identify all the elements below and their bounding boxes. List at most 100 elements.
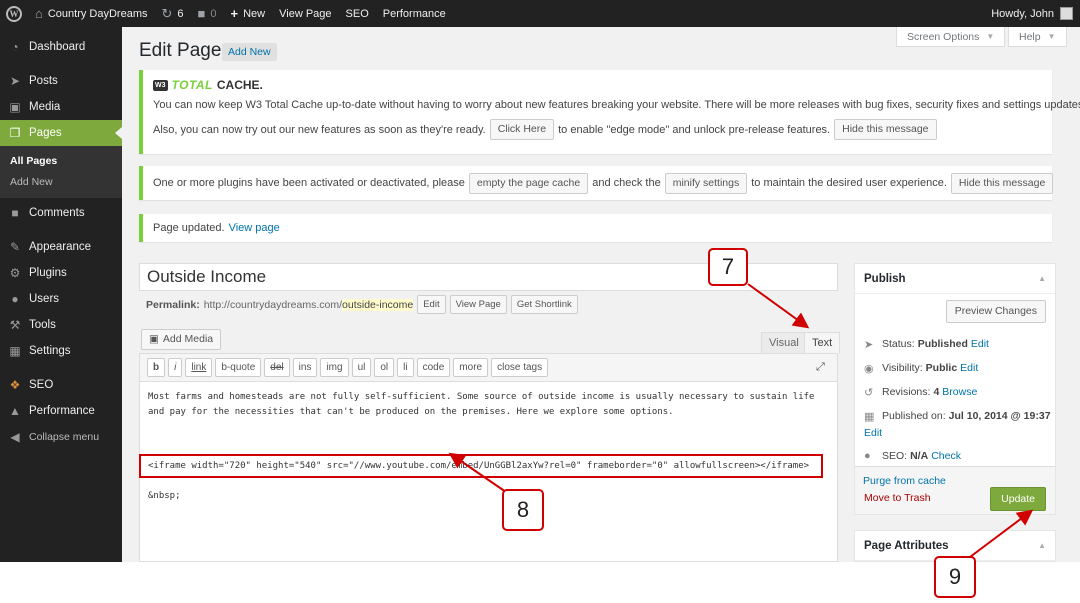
get-shortlink-button[interactable]: Get Shortlink — [510, 295, 578, 314]
fullscreen-icon[interactable]: ⤢ — [816, 361, 828, 373]
view-page-button[interactable]: View Page — [449, 295, 507, 314]
pin-icon: ➤ — [9, 74, 21, 88]
sidebar-item-settings[interactable]: ▦ Settings — [0, 338, 122, 364]
hide-message-button-2[interactable]: Hide this message — [950, 172, 1054, 194]
sidebar-item-media[interactable]: ▣ Media — [0, 94, 122, 120]
sidebar-item-pages[interactable]: ❐ Pages — [0, 120, 122, 146]
sidebar-item-performance[interactable]: ▲ Performance — [0, 398, 122, 424]
edit-status-link[interactable]: Edit — [971, 338, 989, 350]
edit-permalink-button[interactable]: Edit — [417, 295, 446, 314]
w3-notice-line-1: You can now keep W3 Total Cache up-to-da… — [153, 99, 1080, 111]
seo-menu[interactable]: SEO — [339, 0, 376, 27]
caret-down-icon: ▼ — [986, 32, 995, 41]
performance-icon: ▲ — [9, 404, 21, 418]
minify-settings-button[interactable]: minify settings — [664, 172, 748, 194]
publish-heading[interactable]: Publish ▲ — [855, 264, 1055, 294]
plugin-icon: ⚙ — [9, 266, 21, 280]
updates-link[interactable]: ↻ 6 — [155, 0, 191, 27]
sidebar-item-dashboard[interactable]: ◔ Dashboard — [0, 34, 122, 60]
check-seo-link[interactable]: Check — [931, 450, 961, 462]
refresh-icon: ↻ — [161, 5, 173, 21]
collapse-menu-button[interactable]: ◀ Collapse menu — [0, 424, 122, 450]
move-to-trash-link[interactable]: Move to Trash — [864, 492, 931, 504]
browse-revisions-link[interactable]: Browse — [942, 386, 977, 398]
qt-ul-button[interactable]: ul — [351, 358, 372, 377]
edit-visibility-link[interactable]: Edit — [960, 362, 978, 374]
media-icon: ▣ — [149, 333, 159, 345]
wordpress-logo-menu[interactable]: W — [0, 0, 28, 27]
add-new-page-button[interactable]: Add New — [222, 43, 277, 61]
screen-options-button[interactable]: Screen Options ▼ — [896, 27, 1006, 47]
seo-row: ● SEO: N/A Check — [864, 450, 961, 462]
submenu-all-pages[interactable]: All Pages — [0, 150, 122, 171]
account-menu[interactable]: Howdy, John — [984, 0, 1080, 27]
seo-icon: ❖ — [9, 378, 21, 392]
qt-del-button[interactable]: del — [264, 358, 290, 377]
new-content-menu[interactable]: + New — [224, 0, 273, 27]
revisions-icon: ↺ — [864, 386, 874, 399]
submenu-add-new[interactable]: Add New — [0, 171, 122, 192]
qt-code-button[interactable]: code — [416, 358, 451, 377]
comment-icon: ■ — [11, 206, 19, 220]
sidebar-item-tools[interactable]: ⚒ Tools — [0, 312, 122, 338]
page-updated-notice: Page updated. View page — [139, 214, 1052, 242]
performance-menu[interactable]: Performance — [376, 0, 453, 27]
main-content: Screen Options ▼ Help ▼ Edit Page Add New … — [122, 27, 1080, 562]
w3-total-cache-logo: W3 TOTAL CACHE. — [153, 78, 263, 92]
callout-7: 7 — [708, 248, 748, 286]
qt-bold-button[interactable]: b — [147, 358, 166, 377]
plugins-activated-notice: One or more plugins have been activated … — [139, 166, 1054, 200]
home-icon: ⌂ — [35, 6, 43, 21]
content-line-2: and pay for the necessities that can't b… — [148, 407, 674, 417]
nbsp-line: &nbsp; — [148, 491, 181, 501]
sidebar-item-plugins[interactable]: ⚙ Plugins — [0, 260, 122, 286]
update-button[interactable]: Update — [990, 487, 1046, 511]
media-icon: ▣ — [9, 100, 21, 114]
tab-visual[interactable]: Visual — [761, 332, 807, 354]
wordpress-icon: W — [6, 5, 22, 22]
purge-cache-link[interactable]: Purge from cache — [863, 475, 946, 487]
add-media-button[interactable]: ▣ Add Media — [141, 329, 222, 350]
qt-li-button[interactable]: li — [397, 358, 414, 377]
plus-icon: + — [230, 6, 239, 21]
sidebar-item-posts[interactable]: ➤ Posts — [0, 68, 122, 94]
collapse-icon: ◀ — [10, 430, 20, 444]
qt-more-button[interactable]: more — [453, 358, 489, 377]
pin-icon: ➤ — [864, 338, 874, 351]
empty-page-cache-button[interactable]: empty the page cache — [468, 172, 589, 194]
hide-message-button[interactable]: Hide this message — [834, 119, 937, 140]
permalink-slug[interactable]: outside-income — [342, 298, 414, 311]
comments-link[interactable]: ■ 0 — [191, 0, 224, 27]
settings-icon: ▦ — [9, 344, 21, 358]
sidebar-item-appearance[interactable]: ✎ Appearance — [0, 234, 122, 260]
qt-ins-button[interactable]: ins — [292, 358, 318, 377]
text-editor[interactable]: b i link b-quote del ins img ul ol li co… — [139, 353, 838, 562]
click-here-button[interactable]: Click Here — [489, 119, 555, 140]
qt-italic-button[interactable]: i — [168, 358, 183, 377]
avatar — [1060, 7, 1073, 20]
admin-sidebar: ◔ Dashboard ➤ Posts ▣ Media ❐ Pages All Page… — [0, 27, 122, 562]
site-name-link[interactable]: ⌂ Country DayDreams — [28, 0, 155, 27]
view-page-link[interactable]: View page — [229, 222, 280, 234]
sidebar-item-comments[interactable]: ■ Comments — [0, 200, 122, 226]
qt-link-button[interactable]: link — [185, 358, 213, 377]
help-button[interactable]: Help ▼ — [1008, 27, 1067, 47]
edit-date-link[interactable]: Edit — [864, 427, 882, 439]
w3-total-cache-notice: W3 TOTAL CACHE. You can now keep W3 Tota… — [139, 70, 1080, 154]
wrench-icon: ⚒ — [9, 318, 21, 332]
tab-text[interactable]: Text — [804, 332, 841, 354]
sidebar-item-seo[interactable]: ❖ SEO — [0, 372, 122, 398]
permalink-row: Permalink: http://countrydaydreams.com/o… — [146, 295, 578, 314]
qt-bquote-button[interactable]: b-quote — [215, 358, 262, 377]
view-page-link[interactable]: View Page — [272, 0, 338, 27]
iframe-embed-code[interactable]: <iframe width="720" height="540" src="//… — [139, 454, 823, 478]
qt-ol-button[interactable]: ol — [374, 358, 395, 377]
qt-img-button[interactable]: img — [320, 358, 349, 377]
sidebar-item-users[interactable]: ● Users — [0, 286, 122, 312]
qt-close-tags-button[interactable]: close tags — [491, 358, 549, 377]
quicktags-toolbar: b i link b-quote del ins img ul ol li co… — [140, 354, 837, 382]
w3-notice-line-2: Also, you can now try out our new featur… — [153, 119, 1042, 140]
preview-changes-button[interactable]: Preview Changes — [945, 300, 1046, 323]
caret-down-icon: ▼ — [1047, 32, 1056, 41]
editor-content: Most farms and homesteads are not fully … — [140, 382, 837, 428]
